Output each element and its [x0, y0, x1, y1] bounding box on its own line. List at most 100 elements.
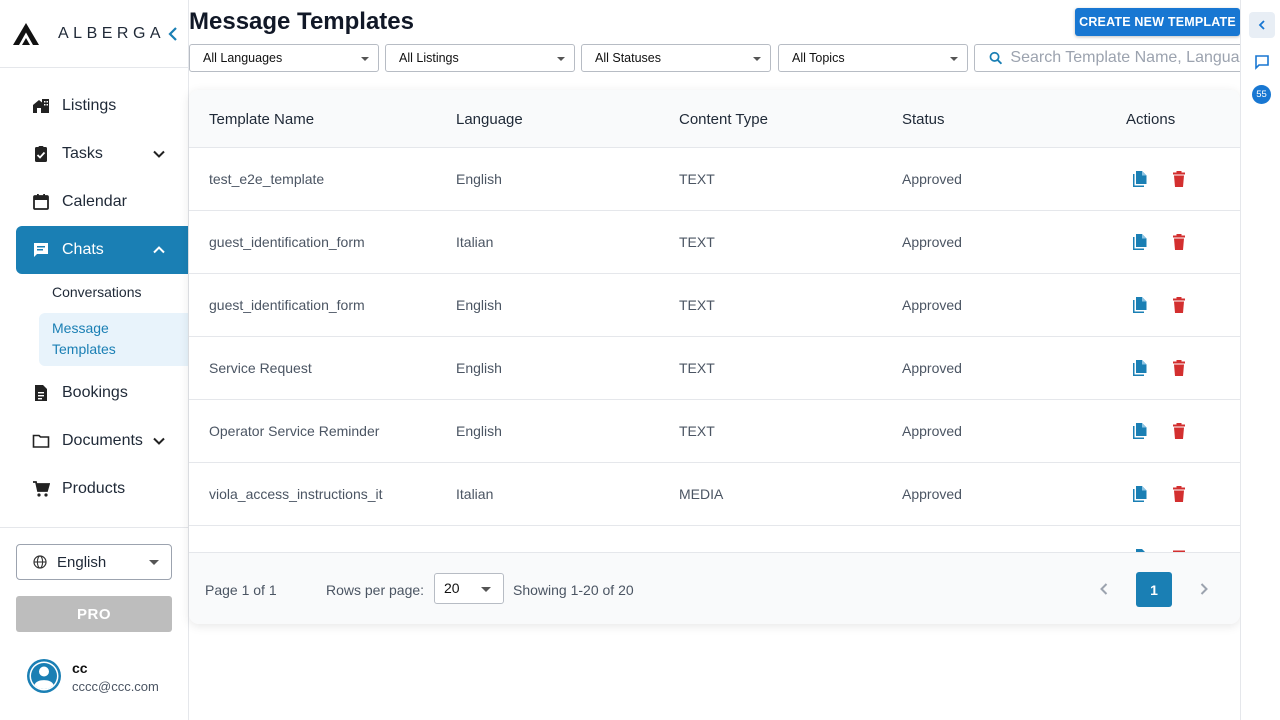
delete-icon[interactable]: [1171, 485, 1187, 503]
table-row[interactable]: guest_identification_form English TEXT A…: [189, 274, 1240, 337]
language-cell: English: [456, 297, 502, 313]
create-new-template-button[interactable]: CREATE NEW TEMPLATE: [1075, 8, 1240, 36]
delete-icon[interactable]: [1171, 359, 1187, 377]
duplicate-icon[interactable]: [1132, 233, 1148, 251]
pro-button[interactable]: PRO: [16, 596, 172, 632]
listings-filter[interactable]: All Listings: [385, 44, 575, 72]
sidebar: ALBERGA Listings Tasks Calendar Chats Co…: [0, 0, 189, 720]
sidebar-item-documents[interactable]: Documents: [16, 417, 188, 465]
status-cell: Approved: [902, 423, 962, 439]
languages-filter-value: All Languages: [203, 51, 283, 65]
caret-down-icon: [481, 587, 491, 592]
rows-per-page-value: 20: [444, 580, 460, 596]
sidebar-subitem-conversations[interactable]: Conversations: [16, 274, 188, 310]
duplicate-icon[interactable]: [1132, 170, 1148, 188]
chat-icon: [34, 243, 48, 257]
table-row[interactable]: viola_access_instructions_it Italian MED…: [189, 463, 1240, 526]
user-profile[interactable]: cc cccc@ccc.com: [26, 658, 159, 694]
status-cell: Approved: [902, 297, 962, 313]
folder-icon: [32, 434, 50, 448]
delete-icon[interactable]: [1171, 233, 1187, 251]
table-pagination: Page 1 of 1 Rows per page: 20 Showing 1-…: [189, 552, 1240, 624]
caret-down-icon: [149, 560, 159, 565]
language-cell: English: [456, 171, 502, 187]
caret-down-icon: [950, 57, 958, 61]
duplicate-icon[interactable]: [1132, 422, 1148, 440]
statuses-filter[interactable]: All Statuses: [581, 44, 771, 72]
table-row[interactable]: Service Request English TEXT Approved: [189, 337, 1240, 400]
sidebar-item-label: Documents: [62, 432, 143, 449]
page-number-button[interactable]: 1: [1136, 572, 1172, 607]
table-row-partial[interactable]: [189, 526, 1240, 552]
column-header-content-type[interactable]: Content Type: [679, 111, 768, 128]
sidebar-item-label: Chats: [62, 241, 104, 258]
sidebar-item-chats[interactable]: Chats: [16, 226, 188, 274]
sidebar-item-products[interactable]: Products: [16, 465, 188, 513]
collapse-sidebar-chevron-icon[interactable]: [166, 25, 180, 43]
shopping-cart-icon: [33, 481, 50, 497]
delete-icon[interactable]: [1171, 170, 1187, 188]
globe-icon: [33, 555, 47, 569]
brand-header: ALBERGA: [0, 0, 188, 68]
table-row[interactable]: guest_identification_form Italian TEXT A…: [189, 211, 1240, 274]
next-page-icon[interactable]: [1195, 579, 1213, 599]
sidebar-item-label: Products: [62, 480, 126, 497]
brand-name: ALBERGA: [58, 24, 166, 42]
user-email: cccc@ccc.com: [72, 679, 159, 694]
content-type-cell: TEXT: [679, 297, 715, 313]
duplicate-icon[interactable]: [1132, 359, 1148, 377]
column-header-template-name[interactable]: Template Name: [209, 111, 314, 128]
duplicate-icon[interactable]: [1132, 296, 1148, 314]
language-cell: English: [456, 423, 502, 439]
listings-filter-value: All Listings: [399, 51, 459, 65]
sidebar-item-label: Tasks: [62, 145, 103, 162]
sidebar-item-tasks[interactable]: Tasks: [16, 130, 188, 178]
caret-down-icon: [557, 57, 565, 61]
avatar: [27, 659, 61, 693]
sidebar-item-bookings[interactable]: Bookings: [16, 369, 188, 417]
search-icon: [989, 51, 1003, 65]
table-row[interactable]: Operator Service Reminder English TEXT A…: [189, 400, 1240, 463]
template-name-cell: test_e2e_template: [209, 171, 325, 187]
column-header-status[interactable]: Status: [902, 111, 945, 128]
sidebar-subitem-message-templates[interactable]: Message Templates: [39, 313, 188, 366]
duplicate-icon[interactable]: [1132, 485, 1148, 503]
table-row[interactable]: test_e2e_template English TEXT Approved: [189, 148, 1240, 211]
status-cell: Approved: [902, 486, 962, 502]
sidebar-item-label: Calendar: [62, 193, 127, 210]
sidebar-item-label: Listings: [62, 97, 117, 114]
showing-range: Showing 1-20 of 20: [513, 582, 634, 598]
topics-filter[interactable]: All Topics: [778, 44, 968, 72]
page-title: Message Templates: [189, 8, 414, 35]
sidebar-footer: English PRO cc cccc@ccc.com: [0, 527, 188, 720]
sidebar-item-label: Bookings: [62, 384, 128, 401]
notification-badge[interactable]: 55: [1252, 85, 1271, 104]
statuses-filter-value: All Statuses: [595, 51, 662, 65]
template-name-cell: Operator Service Reminder: [209, 423, 380, 439]
templates-table-card: Template Name Language Content Type Stat…: [189, 90, 1240, 624]
language-select[interactable]: English: [16, 544, 172, 580]
user-name: cc: [72, 660, 88, 676]
delete-icon[interactable]: [1171, 422, 1187, 440]
sidebar-item-calendar[interactable]: Calendar: [16, 178, 188, 226]
chat-bubble-icon[interactable]: [1254, 54, 1270, 70]
content-type-cell: MEDIA: [679, 486, 724, 502]
delete-icon[interactable]: [1171, 296, 1187, 314]
status-cell: Approved: [902, 360, 962, 376]
previous-page-icon[interactable]: [1095, 579, 1113, 599]
chevron-down-icon: [153, 437, 165, 445]
content-type-cell: TEXT: [679, 234, 715, 250]
expand-panel-button[interactable]: [1249, 12, 1275, 38]
chevron-down-icon: [153, 150, 165, 158]
content-type-cell: TEXT: [679, 360, 715, 376]
status-cell: Approved: [902, 171, 962, 187]
sidebar-item-listings[interactable]: Listings: [16, 82, 188, 130]
rows-per-page-select[interactable]: 20: [434, 573, 504, 604]
topics-filter-value: All Topics: [792, 51, 845, 65]
column-header-language[interactable]: Language: [456, 111, 523, 128]
calendar-icon: [33, 194, 49, 210]
sidebar-nav: Listings Tasks Calendar Chats Conversati…: [16, 82, 188, 513]
search-input[interactable]: [1010, 49, 1240, 67]
content-type-cell: TEXT: [679, 423, 715, 439]
languages-filter[interactable]: All Languages: [189, 44, 379, 72]
